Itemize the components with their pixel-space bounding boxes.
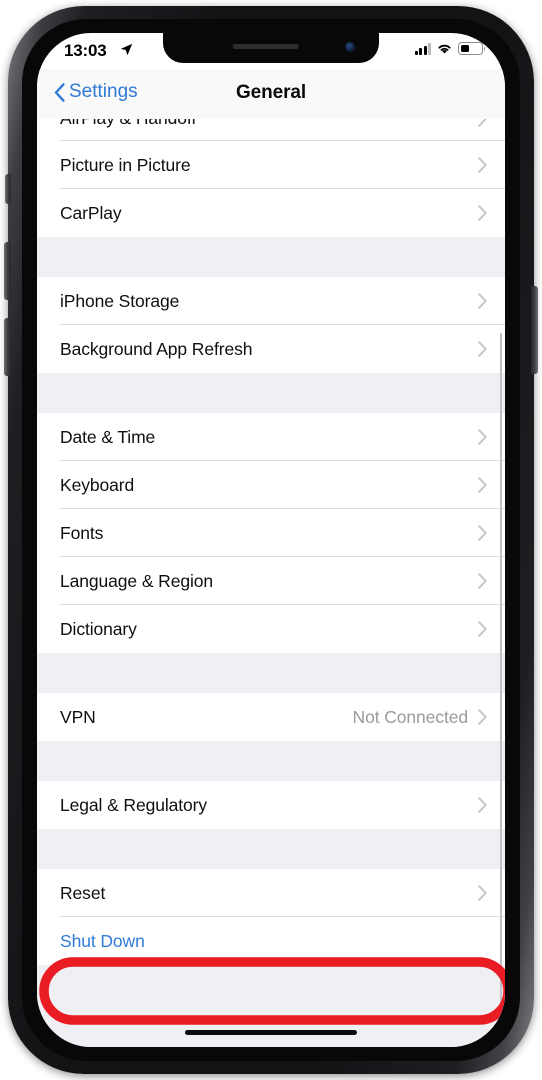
settings-group-legal: Legal & Regulatory: [37, 781, 505, 829]
row-label: Fonts: [60, 522, 104, 543]
iphone-device-frame: 13:03 Settings General Picture in Pictur…: [4, 6, 538, 1074]
chevron-right-icon: [478, 119, 487, 127]
volume-down-button[interactable]: [4, 318, 11, 376]
row-label: Dictionary: [60, 618, 137, 639]
chevron-right-icon: [478, 341, 487, 357]
row-label: AirPlay & Handoff: [60, 119, 478, 129]
chevron-right-icon: [478, 885, 487, 901]
battery-cap: [483, 46, 486, 51]
settings-table[interactable]: AirPlay & Handoff Picture in Picture Car…: [37, 119, 505, 1047]
row-label: Keyboard: [60, 474, 135, 495]
settings-group-media: AirPlay & Handoff Picture in Picture Car…: [37, 119, 505, 237]
settings-row-shut-down[interactable]: Shut Down: [37, 917, 505, 965]
status-bar-indicators: [414, 42, 486, 55]
row-label: Language & Region: [60, 570, 214, 591]
settings-row-date-time[interactable]: Date & Time: [37, 413, 505, 461]
settings-group-locale: Date & Time Keyboard Fonts Language & Re…: [37, 413, 505, 653]
status-bar-time: 13:03: [64, 41, 107, 60]
row-label: CarPlay: [60, 202, 122, 223]
location-arrow-icon: [120, 43, 133, 56]
navigation-bar: Settings General: [37, 69, 505, 119]
silence-switch[interactable]: [5, 174, 11, 204]
settings-row-legal-regulatory[interactable]: Legal & Regulatory: [37, 781, 505, 829]
volume-up-button[interactable]: [4, 242, 11, 300]
battery-fill: [460, 44, 469, 53]
settings-row-carplay[interactable]: CarPlay: [37, 189, 505, 237]
settings-row-fonts[interactable]: Fonts: [37, 509, 505, 557]
home-indicator[interactable]: [185, 1030, 357, 1035]
power-button[interactable]: [531, 286, 538, 374]
row-label: VPN: [60, 706, 96, 727]
chevron-right-icon: [478, 573, 487, 589]
row-label: Background App Refresh: [60, 338, 253, 359]
row-label: Picture in Picture: [60, 154, 191, 175]
settings-row-reset[interactable]: Reset: [37, 869, 505, 917]
row-label: Reset: [60, 882, 106, 903]
chevron-right-icon: [478, 709, 487, 725]
chevron-right-icon: [478, 205, 487, 221]
chevron-right-icon: [478, 525, 487, 541]
section-gap: [37, 373, 505, 413]
notch: [163, 33, 379, 63]
row-label: Legal & Regulatory: [60, 794, 208, 815]
row-label: Shut Down: [60, 930, 145, 951]
chevron-right-icon: [478, 157, 487, 173]
scrollbar-thumb[interactable]: [499, 333, 502, 1023]
row-label: Date & Time: [60, 426, 156, 447]
section-gap: [37, 237, 505, 277]
settings-row-language-region[interactable]: Language & Region: [37, 557, 505, 605]
settings-row-vpn[interactable]: VPN Not Connected: [37, 693, 505, 741]
settings-group-reset: Reset Shut Down: [37, 869, 505, 965]
settings-row-dictionary[interactable]: Dictionary: [37, 605, 505, 653]
front-camera-icon: [345, 42, 355, 52]
settings-row-iphone-storage[interactable]: iPhone Storage: [37, 277, 505, 325]
row-label: iPhone Storage: [60, 290, 180, 311]
speaker-grille: [232, 44, 299, 49]
phone-screen: 13:03 Settings General Picture in Pictur…: [37, 33, 505, 1047]
chevron-right-icon: [478, 293, 487, 309]
settings-row-picture-in-picture[interactable]: Picture in Picture: [37, 141, 505, 189]
section-gap: [37, 965, 505, 1005]
signal-bars-icon: [414, 43, 431, 55]
page-title: General: [235, 82, 307, 103]
section-gap: [37, 829, 505, 869]
settings-row-background-app-refresh[interactable]: Background App Refresh: [37, 325, 505, 373]
settings-group-storage: iPhone Storage Background App Refresh: [37, 277, 505, 373]
battery-icon: [458, 42, 486, 55]
wifi-icon: [438, 44, 451, 54]
settings-row-keyboard[interactable]: Keyboard: [37, 461, 505, 509]
chevron-right-icon: [478, 797, 487, 813]
settings-group-network: VPN Not Connected: [37, 693, 505, 741]
chevron-right-icon: [478, 621, 487, 637]
section-gap: [37, 741, 505, 781]
vpn-status-value: Not Connected: [352, 706, 469, 727]
chevron-right-icon: [478, 429, 487, 445]
chevron-right-icon: [478, 477, 487, 493]
section-gap: [37, 653, 505, 693]
settings-row-airplay-handoff[interactable]: AirPlay & Handoff: [37, 119, 505, 141]
